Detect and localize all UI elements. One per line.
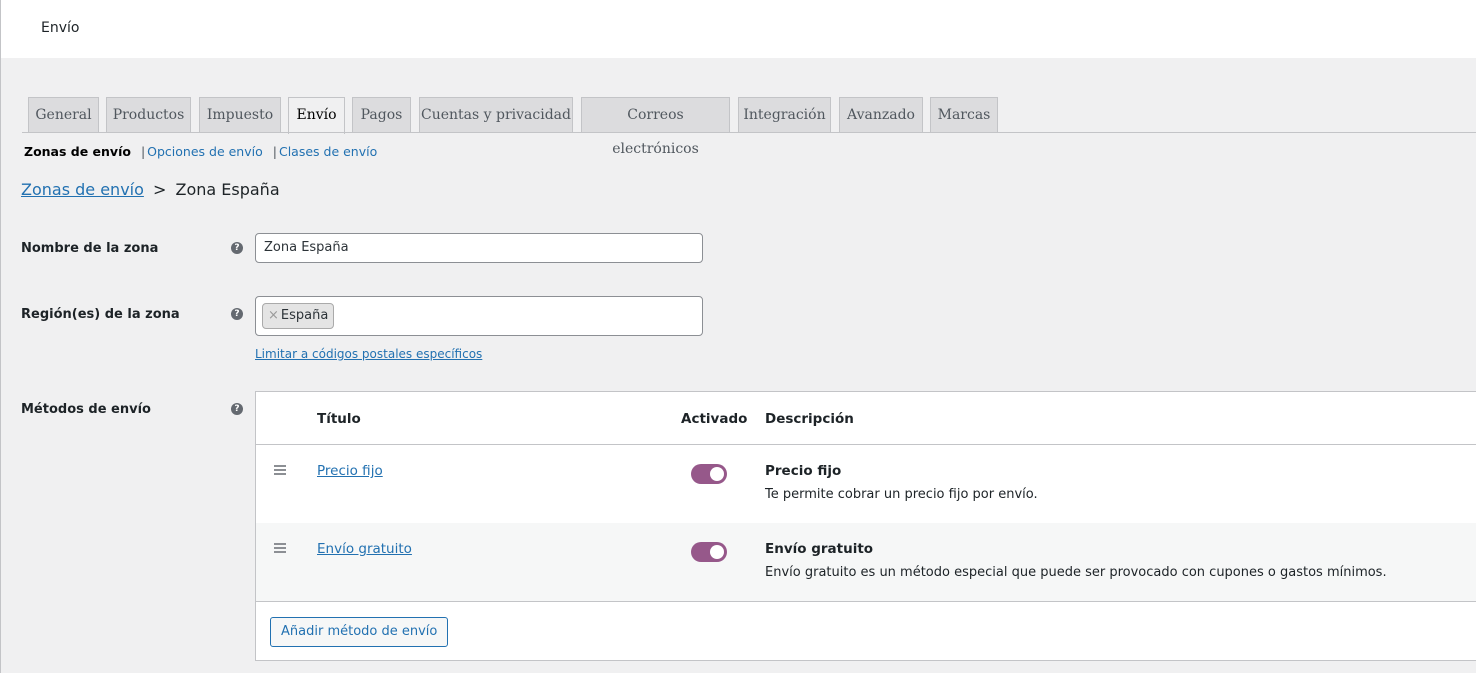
- page-header: Envío: [1, 0, 1476, 58]
- tab-correos-electronicos[interactable]: Correos electrónicos: [581, 97, 730, 157]
- method-enabled-toggle[interactable]: [691, 464, 727, 484]
- subnav-separator: |: [140, 144, 146, 159]
- table-row: Precio fijo Precio fijo Te permite cobra…: [256, 445, 1476, 523]
- breadcrumb-zonas-link[interactable]: Zonas de envío: [21, 180, 144, 199]
- tabs-divider: [22, 132, 1476, 133]
- tab-impuesto[interactable]: Impuesto: [199, 97, 281, 133]
- help-icon[interactable]: ?: [231, 308, 243, 320]
- shipping-methods-label: Métodos de envío: [21, 402, 151, 417]
- tab-cuentas-privacidad[interactable]: Cuentas y privacidad: [419, 97, 573, 133]
- shipping-methods-table: Título Activado Descripción Precio fijo …: [255, 391, 1476, 661]
- column-header-description: Descripción: [765, 411, 854, 427]
- admin-left-edge: [0, 0, 1, 673]
- method-enabled-toggle[interactable]: [691, 542, 727, 562]
- zone-regions-select[interactable]: × España: [255, 296, 703, 336]
- subnav-opciones-envio[interactable]: Opciones de envío: [147, 144, 263, 159]
- method-description-title: Precio fijo: [765, 463, 842, 479]
- table-footer-divider: [256, 601, 1476, 602]
- method-title-link[interactable]: Precio fijo: [317, 463, 383, 479]
- zone-name-input[interactable]: Zona España: [255, 233, 703, 263]
- drag-handle-icon[interactable]: [274, 465, 286, 477]
- method-description: Envío gratuito es un método especial que…: [765, 565, 1387, 580]
- region-chip: × España: [262, 303, 335, 329]
- tab-avanzado[interactable]: Avanzado: [839, 97, 923, 133]
- breadcrumb-arrow: >: [152, 180, 167, 199]
- method-description-title: Envío gratuito: [765, 541, 874, 557]
- drag-handle-icon[interactable]: [274, 543, 286, 555]
- toggle-knob: [710, 545, 724, 559]
- subnav-clases-envio[interactable]: Clases de envío: [279, 144, 377, 159]
- page-title: Envío: [41, 20, 80, 36]
- subnav-zonas-current[interactable]: Zonas de envío: [24, 144, 131, 159]
- method-title-link[interactable]: Envío gratuito: [317, 541, 412, 557]
- breadcrumb-current: Zona España: [175, 180, 280, 199]
- close-icon[interactable]: ×: [268, 308, 279, 323]
- table-row: Envío gratuito Envío gratuito Envío grat…: [256, 523, 1476, 601]
- add-shipping-method-button[interactable]: Añadir método de envío: [270, 617, 449, 647]
- tab-pagos[interactable]: Pagos: [352, 97, 411, 133]
- breadcrumb: Zonas de envío > Zona España: [21, 180, 280, 199]
- help-icon[interactable]: ?: [231, 242, 243, 254]
- zone-name-label: Nombre de la zona: [21, 241, 159, 256]
- help-icon[interactable]: ?: [231, 403, 243, 415]
- tab-productos[interactable]: Productos: [106, 97, 191, 133]
- limit-postcodes-link[interactable]: Limitar a códigos postales específicos: [255, 347, 482, 361]
- toggle-knob: [710, 467, 724, 481]
- column-header-title: Título: [317, 411, 361, 427]
- column-header-enabled: Activado: [681, 411, 748, 427]
- method-description: Te permite cobrar un precio fijo por env…: [765, 487, 1038, 502]
- zone-regions-label: Región(es) de la zona: [21, 307, 180, 322]
- tab-general[interactable]: General: [28, 97, 99, 133]
- shipping-subnav: Zonas de envío | Opciones de envío | Clase…: [24, 144, 377, 159]
- tab-integracion[interactable]: Integración: [738, 97, 831, 133]
- tab-marcas[interactable]: Marcas: [930, 97, 998, 133]
- tab-envio[interactable]: Envío: [288, 97, 345, 134]
- subnav-separator: |: [272, 144, 277, 159]
- region-chip-label: España: [280, 308, 329, 323]
